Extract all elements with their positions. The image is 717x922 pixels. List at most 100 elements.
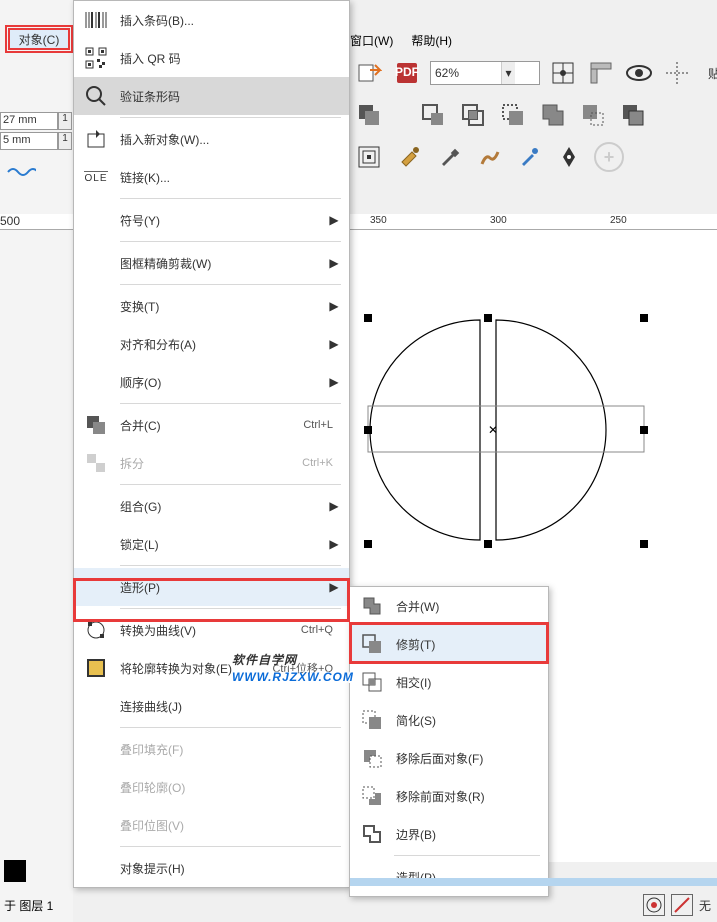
fill-chip[interactable]	[643, 894, 665, 916]
menu-insert-new-object[interactable]: 插入新对象(W)...	[74, 120, 349, 158]
dimension-input-1[interactable]: 27 mm	[0, 112, 58, 130]
submenu-trim[interactable]: 修剪(T)	[350, 625, 548, 663]
front-minus-tool-icon[interactable]	[538, 100, 568, 130]
label: 简化(S)	[396, 712, 538, 729]
spinner-2[interactable]: 1	[58, 132, 72, 150]
label: 验证条形码	[120, 88, 339, 105]
menu-order[interactable]: 顺序(O) ▶	[74, 363, 349, 401]
submenu-boundary[interactable]: 边界(B)	[350, 815, 548, 853]
chevron-down-icon[interactable]: ▾	[501, 62, 515, 84]
menu-group[interactable]: 组合(G) ▶	[74, 487, 349, 525]
submenu-shaping-docker[interactable]: 造型(P)	[350, 858, 548, 896]
menu-lock[interactable]: 锁定(L) ▶	[74, 525, 349, 563]
dimension-input-2[interactable]: 5 mm	[0, 132, 58, 150]
menu-help[interactable]: 帮助(H)	[411, 32, 452, 49]
menubar-fragment: 窗口(W) 帮助(H)	[350, 28, 452, 52]
menu-insert-barcode[interactable]: 插入条码(B)...	[74, 1, 349, 39]
toolbar-row-3: +	[354, 142, 624, 172]
menu-links[interactable]: OLE 链接(K)...	[74, 158, 349, 196]
label: 修剪(T)	[396, 636, 538, 653]
label: 组合(G)	[120, 498, 329, 515]
pdf-icon[interactable]: PDF	[392, 58, 422, 88]
submenu-arrow-icon: ▶	[329, 213, 339, 227]
sel-handle[interactable]	[364, 540, 372, 548]
menu-shaping[interactable]: 造形(P) ▶	[74, 568, 349, 606]
outline-chip[interactable]	[671, 894, 693, 916]
separator	[394, 855, 540, 856]
pen-icon[interactable]	[554, 142, 584, 172]
smear-icon[interactable]	[474, 142, 504, 172]
submenu-arrow-icon: ▶	[329, 499, 339, 513]
menu-object-button[interactable]: 对象(C)	[8, 28, 70, 50]
submenu-weld[interactable]: 合并(W)	[350, 587, 548, 625]
menu-overprint-outline: 叠印轮廓(O)	[74, 768, 349, 806]
eye-icon[interactable]	[624, 58, 654, 88]
ruler-horizontal: 350 300 250	[350, 214, 717, 230]
separator	[120, 403, 341, 404]
toolbar-row-2	[354, 100, 648, 130]
sel-handle[interactable]	[640, 540, 648, 548]
separator	[120, 727, 341, 728]
add-tool-button[interactable]: +	[594, 142, 624, 172]
label: 边界(B)	[396, 826, 538, 843]
zoom-input[interactable]	[431, 64, 501, 82]
contour-icon[interactable]	[354, 142, 384, 172]
menu-object-hints[interactable]: 对象提示(H)	[74, 849, 349, 887]
shaping-submenu: 合并(W) 修剪(T) 相交(I) 简化(S) 移除后面对象(F) 移除前面对象…	[349, 586, 549, 897]
submenu-front-minus-back[interactable]: 移除后面对象(F)	[350, 739, 548, 777]
boundary-tool-icon[interactable]	[618, 100, 648, 130]
intersect-tool-icon[interactable]	[458, 100, 488, 130]
sel-handle[interactable]	[364, 426, 372, 434]
simplify-tool-icon[interactable]	[498, 100, 528, 130]
ruler-tick-500: 500	[0, 214, 20, 228]
sel-handle[interactable]	[484, 314, 492, 322]
ole-icon: OLE	[78, 163, 114, 191]
label: 叠印填充(F)	[120, 741, 339, 758]
back-minus-tool-icon[interactable]	[578, 100, 608, 130]
menu-align-distribute[interactable]: 对齐和分布(A) ▶	[74, 325, 349, 363]
sel-handle[interactable]	[364, 314, 372, 322]
sel-handle[interactable]	[640, 314, 648, 322]
menu-insert-qr[interactable]: 插入 QR 码	[74, 39, 349, 77]
shortcut: Ctrl+Q	[301, 624, 333, 636]
crosshair-icon[interactable]	[662, 58, 692, 88]
submenu-intersect[interactable]: 相交(I)	[350, 663, 548, 701]
simplify-icon	[354, 706, 390, 734]
menu-powerclip[interactable]: 图框精确剪裁(W) ▶	[74, 244, 349, 282]
label: 相交(I)	[396, 674, 538, 691]
sel-handle[interactable]	[640, 426, 648, 434]
weld-tool-icon[interactable]	[354, 100, 384, 130]
dropper2-icon[interactable]	[514, 142, 544, 172]
label: 插入 QR 码	[120, 50, 339, 67]
menu-combine[interactable]: 合并(C) Ctrl+L	[74, 406, 349, 444]
label: 合并(C)	[120, 417, 303, 434]
page-scrollbar[interactable]	[350, 878, 717, 886]
menu-symbols[interactable]: 符号(Y) ▶	[74, 201, 349, 239]
submenu-arrow-icon: ▶	[329, 256, 339, 270]
left-panel-fragment: 对象(C) 27 mm 1 5 mm 1	[0, 0, 73, 922]
separator	[120, 846, 341, 847]
sel-handle[interactable]	[484, 540, 492, 548]
spinner-1[interactable]: 1	[58, 112, 72, 130]
snap-icon[interactable]	[548, 58, 578, 88]
barcode-icon	[78, 6, 114, 34]
menu-join-curves[interactable]: 连接曲线(J)	[74, 687, 349, 725]
paint-icon[interactable]	[394, 142, 424, 172]
rulers-icon[interactable]	[586, 58, 616, 88]
zoom-combo[interactable]: ▾	[430, 61, 540, 85]
color-chip-black[interactable]	[4, 860, 26, 882]
trim-tool-icon[interactable]	[418, 100, 448, 130]
separator	[120, 484, 341, 485]
submenu-arrow-icon: ▶	[329, 375, 339, 389]
label: 对象提示(H)	[120, 860, 339, 877]
submenu-simplify[interactable]: 简化(S)	[350, 701, 548, 739]
export-icon[interactable]	[354, 58, 384, 88]
menu-verify-barcode[interactable]: 验证条形码	[74, 77, 349, 115]
svg-text:PDF: PDF	[395, 65, 419, 79]
separator	[120, 117, 341, 118]
magnifier-icon	[78, 82, 114, 110]
menu-window[interactable]: 窗口(W)	[350, 32, 393, 49]
submenu-back-minus-front[interactable]: 移除前面对象(R)	[350, 777, 548, 815]
eyedropper-icon[interactable]	[434, 142, 464, 172]
menu-transform[interactable]: 变换(T) ▶	[74, 287, 349, 325]
